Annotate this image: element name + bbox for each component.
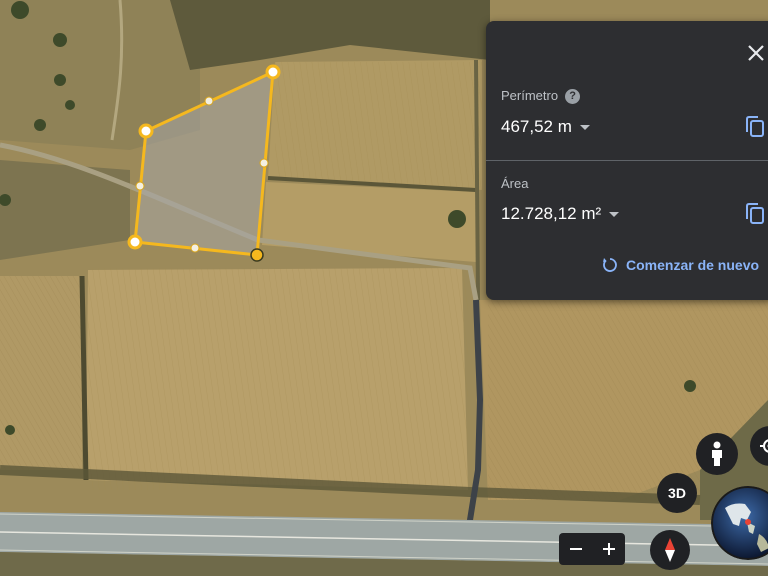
plus-icon <box>602 543 615 555</box>
restart-label: Comenzar de nuevo <box>626 257 760 273</box>
midpoint-handle[interactable] <box>259 158 269 168</box>
copy-icon[interactable] <box>744 115 766 139</box>
3d-toggle-button[interactable]: 3D <box>657 473 697 513</box>
zoom-out-button[interactable] <box>559 533 592 565</box>
area-unit-dropdown[interactable]: 12.728,12 m² <box>501 204 620 224</box>
area-value: 12.728,12 m² <box>501 204 602 223</box>
area-label: Área <box>501 176 529 191</box>
close-icon[interactable] <box>744 41 768 65</box>
divider <box>486 160 768 161</box>
perimeter-unit-dropdown[interactable]: 467,52 m <box>501 117 590 137</box>
chevron-down-icon <box>609 211 620 217</box>
zoom-controls <box>559 533 625 565</box>
compass-button[interactable] <box>650 530 690 570</box>
compass-icon <box>665 538 675 562</box>
midpoint-handle[interactable] <box>204 96 214 106</box>
vertex-handle-active[interactable] <box>250 248 264 262</box>
midpoint-handle[interactable] <box>190 243 200 253</box>
vertex-handle[interactable] <box>138 123 154 139</box>
pegman-icon <box>712 441 722 466</box>
minus-icon <box>569 548 582 550</box>
locate-icon <box>760 439 768 453</box>
restart-button[interactable]: Comenzar de nuevo <box>602 257 759 273</box>
pegman-button[interactable] <box>696 433 738 475</box>
copy-icon[interactable] <box>744 202 766 226</box>
vertex-handle[interactable] <box>127 234 143 250</box>
measure-distance-panel: Perímetro? 467,52 m Área 12.728,12 m² Co… <box>486 21 768 300</box>
perimeter-row: Perímetro? <box>501 88 581 105</box>
midpoint-handle[interactable] <box>135 181 145 191</box>
zoom-in-button[interactable] <box>592 533 625 565</box>
perimeter-value: 467,52 m <box>501 117 572 136</box>
chevron-down-icon <box>579 124 590 130</box>
help-icon[interactable]: ? <box>565 89 581 105</box>
restart-icon <box>603 258 617 272</box>
perimeter-label: Perímetro <box>501 88 559 103</box>
vertex-handle[interactable] <box>265 64 281 80</box>
